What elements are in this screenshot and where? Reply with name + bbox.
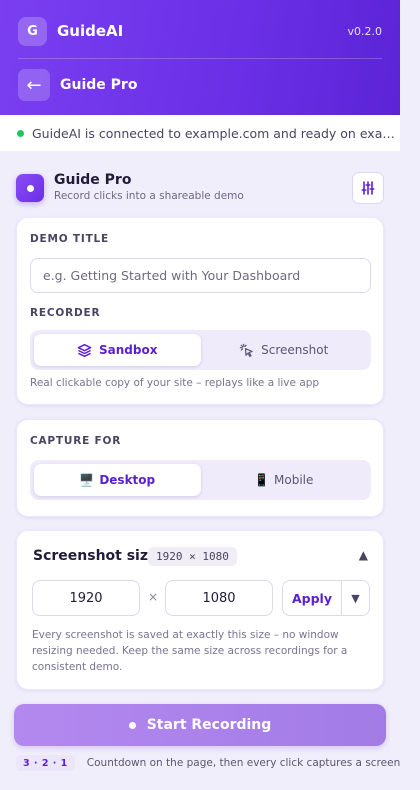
recorder-hint: Real clickable copy of your site – repla…: [30, 377, 320, 389]
page-title: Guide Pro: [60, 77, 138, 93]
record-dot-icon: [16, 174, 44, 202]
times-symbol: ×: [148, 590, 159, 604]
mobile-label: Mobile: [274, 473, 314, 487]
capture-card: CAPTURE FOR 🖥️ Desktop 📱 Mobile: [16, 419, 384, 517]
brand-row: G GuideAI v0.2.0: [18, 16, 382, 46]
capture-for-label: CAPTURE FOR: [30, 435, 122, 447]
recorder-screenshot-option[interactable]: Screenshot: [201, 334, 368, 366]
version-label: v0.2.0: [347, 24, 383, 38]
chevron-down-icon[interactable]: ▼: [341, 581, 369, 615]
recorder-label: RECORDER: [30, 307, 101, 319]
status-dot-icon: [17, 129, 24, 137]
height-input[interactable]: [165, 580, 273, 616]
screenshot-label: Screenshot: [261, 343, 329, 357]
demo-title-label: DEMO TITLE: [30, 233, 110, 245]
capture-desktop-option[interactable]: 🖥️ Desktop: [34, 464, 201, 496]
capture-mobile-option[interactable]: 📱 Mobile: [201, 464, 368, 496]
screenshot-size-card: Screenshot size 1920 × 1080 ▲ × Apply ▼ …: [16, 530, 384, 690]
demo-title-input[interactable]: [30, 258, 371, 293]
countdown-text: Countdown on the page, then every click …: [86, 757, 401, 769]
countdown-badge: 3 · 2 · 1: [16, 755, 75, 771]
brand-name: GuideAI: [57, 22, 124, 40]
apply-split-button: Apply ▼: [282, 580, 370, 616]
desktop-label: Desktop: [99, 473, 156, 487]
header-divider: [18, 58, 382, 59]
status-text: GuideAI is connected to example.com and …: [32, 125, 400, 141]
back-arrow-icon: ←: [26, 74, 42, 96]
pointer-click-icon: [239, 343, 253, 357]
sandbox-label: Sandbox: [99, 343, 158, 357]
section-subtitle: Record clicks into a shareable demo: [54, 190, 244, 202]
recorder-sandbox-option[interactable]: Sandbox: [34, 334, 201, 366]
section-header: Guide Pro Record clicks into a shareable…: [16, 172, 384, 204]
demo-card: DEMO TITLE RECORDER Sandbox: [16, 217, 384, 405]
capture-toggle: 🖥️ Desktop 📱 Mobile: [30, 460, 371, 500]
screenshot-size-badge: 1920 × 1080: [148, 547, 237, 566]
start-recording-label: Start Recording: [146, 717, 272, 733]
connection-status: GuideAI is connected to example.com and …: [0, 115, 400, 151]
settings-button[interactable]: [352, 172, 384, 204]
section-title: Guide Pro: [54, 172, 132, 188]
logo-icon: G: [18, 16, 47, 46]
screenshot-size-description: Every screenshot is saved at exactly thi…: [32, 629, 348, 673]
app-header: G GuideAI v0.2.0 ← Guide Pro: [0, 0, 400, 115]
back-button[interactable]: ←: [18, 69, 50, 101]
sliders-icon: [361, 181, 375, 195]
screenshot-size-title: Screenshot size: [33, 548, 158, 564]
start-recording-button[interactable]: Start Recording: [14, 704, 386, 746]
nav-row: ← Guide Pro: [18, 69, 137, 101]
countdown-info: 3 · 2 · 1 Countdown on the page, then ev…: [16, 755, 400, 771]
width-input[interactable]: [32, 580, 140, 616]
apply-button[interactable]: Apply: [283, 581, 341, 615]
desktop-icon: 🖥️: [79, 473, 95, 487]
record-dot-icon: [128, 721, 136, 729]
recorder-toggle: Sandbox Screenshot: [30, 330, 371, 370]
chevron-up-icon[interactable]: ▲: [359, 548, 368, 562]
layers-icon: [77, 343, 92, 357]
mobile-icon: 📱: [254, 473, 270, 487]
